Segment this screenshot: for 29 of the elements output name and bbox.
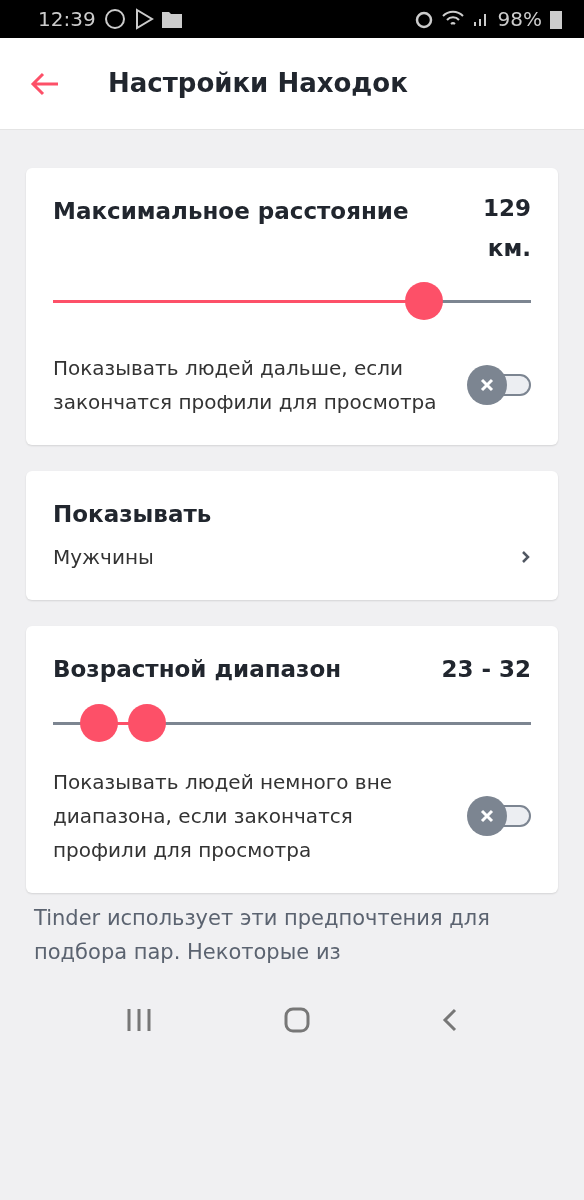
slider-handle[interactable]: [128, 704, 167, 742]
back-icon[interactable]: [442, 1006, 459, 1033]
play-icon: [133, 8, 154, 30]
chevron-right-icon: [521, 549, 531, 564]
setting-title: Максимальное расстояние: [53, 197, 409, 226]
info-text: Tinder использует эти предпочтения для подбора пар. Некоторые из: [33, 905, 491, 966]
page-title: Настройки Находок: [108, 67, 408, 100]
option-label: Показывать людей дальше, если закончатся профили для просмотра: [53, 355, 438, 416]
distance-value: 129 км.: [482, 194, 531, 263]
slider-handle[interactable]: [79, 704, 118, 742]
x-icon: [480, 378, 494, 392]
toggle-switch[interactable]: [467, 796, 531, 836]
back-arrow-icon[interactable]: [30, 71, 60, 96]
recent-apps-icon[interactable]: [125, 1006, 152, 1033]
setting-title: Показывать: [53, 500, 213, 529]
status-time: 12:39: [38, 6, 96, 33]
wifi-icon: [441, 10, 464, 28]
folder-icon: [161, 10, 182, 28]
battery-level: 98%: [497, 6, 542, 33]
battery-icon: [550, 9, 562, 29]
slider-handle[interactable]: [404, 282, 443, 320]
toggle-switch[interactable]: [467, 365, 531, 405]
x-icon: [480, 809, 494, 823]
setting-title: Возрастной диапазон: [53, 654, 342, 684]
option-label: Показывать людей немного вне диапазона, если закончатся профили для просмотра: [53, 769, 394, 864]
home-icon[interactable]: [283, 1005, 311, 1034]
show-card[interactable]: Показывать Мужчины: [26, 471, 558, 600]
gender-value: Мужчины: [53, 543, 154, 571]
age-value: 23 - 32: [441, 654, 531, 684]
